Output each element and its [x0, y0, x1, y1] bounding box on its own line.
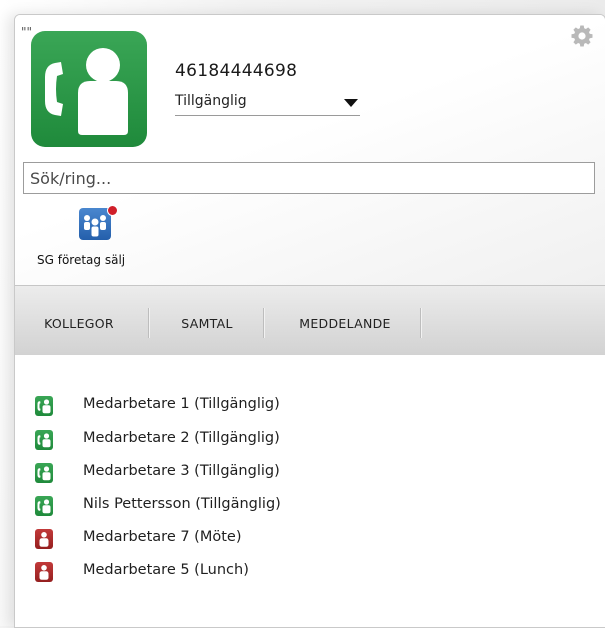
status-dropdown[interactable]: Tillgänglig — [175, 93, 360, 116]
phone-person-icon — [35, 396, 53, 416]
contact-name: Medarbetare 1 (Tillgänglig) — [83, 396, 280, 412]
contact-name: Medarbetare 2 (Tillgänglig) — [83, 430, 280, 446]
contact-name: Medarbetare 7 (Möte) — [83, 529, 242, 545]
person-icon — [35, 562, 53, 582]
tab-kollegor[interactable]: KOLLEGOR — [35, 311, 123, 337]
contact-list: Medarbetare 1 (Tillgänglig) Medarbetare … — [15, 355, 605, 627]
softphone-panel: "" 46184444698 Tillgänglig Sök/ring... S… — [14, 14, 605, 628]
group-label: SG företag sälj — [37, 253, 126, 267]
phone-number: 46184444698 — [175, 61, 298, 81]
phone-person-icon — [35, 430, 53, 450]
status-value: Tillgänglig — [175, 93, 247, 109]
search-input[interactable] — [23, 162, 595, 194]
contact-item[interactable]: Nils Pettersson (Tillgänglig) — [35, 495, 435, 517]
group-people-icon — [79, 208, 111, 240]
notification-dot — [107, 205, 118, 216]
contact-name: Medarbetare 5 (Lunch) — [83, 562, 249, 578]
tab-divider — [263, 308, 264, 338]
profile-header: "" 46184444698 Tillgänglig Sök/ring... S… — [15, 15, 605, 285]
contact-name: Medarbetare 3 (Tillgänglig) — [83, 463, 280, 479]
tab-samtal[interactable]: SAMTAL — [167, 311, 247, 337]
tab-meddelande[interactable]: MEDDELANDE — [281, 311, 409, 337]
tab-divider — [420, 308, 421, 338]
contact-item[interactable]: Medarbetare 5 (Lunch) — [35, 561, 435, 583]
phone-person-icon — [31, 31, 147, 147]
contact-name: Nils Pettersson (Tillgänglig) — [83, 496, 281, 512]
contact-item[interactable]: Medarbetare 3 (Tillgänglig) — [35, 462, 435, 484]
phone-person-icon — [35, 496, 53, 516]
tab-divider — [148, 308, 149, 338]
phone-person-icon — [35, 463, 53, 483]
group-shortcut[interactable]: SG företag sälj — [37, 205, 177, 275]
gear-icon[interactable] — [570, 24, 594, 48]
caret-down-icon — [344, 99, 358, 107]
contact-item[interactable]: Medarbetare 2 (Tillgänglig) — [35, 429, 435, 451]
person-icon — [35, 529, 53, 549]
tab-bar: KOLLEGOR SAMTAL MEDDELANDE — [15, 285, 605, 356]
contact-item[interactable]: Medarbetare 7 (Möte) — [35, 528, 435, 550]
contact-item[interactable]: Medarbetare 1 (Tillgänglig) — [35, 395, 435, 417]
